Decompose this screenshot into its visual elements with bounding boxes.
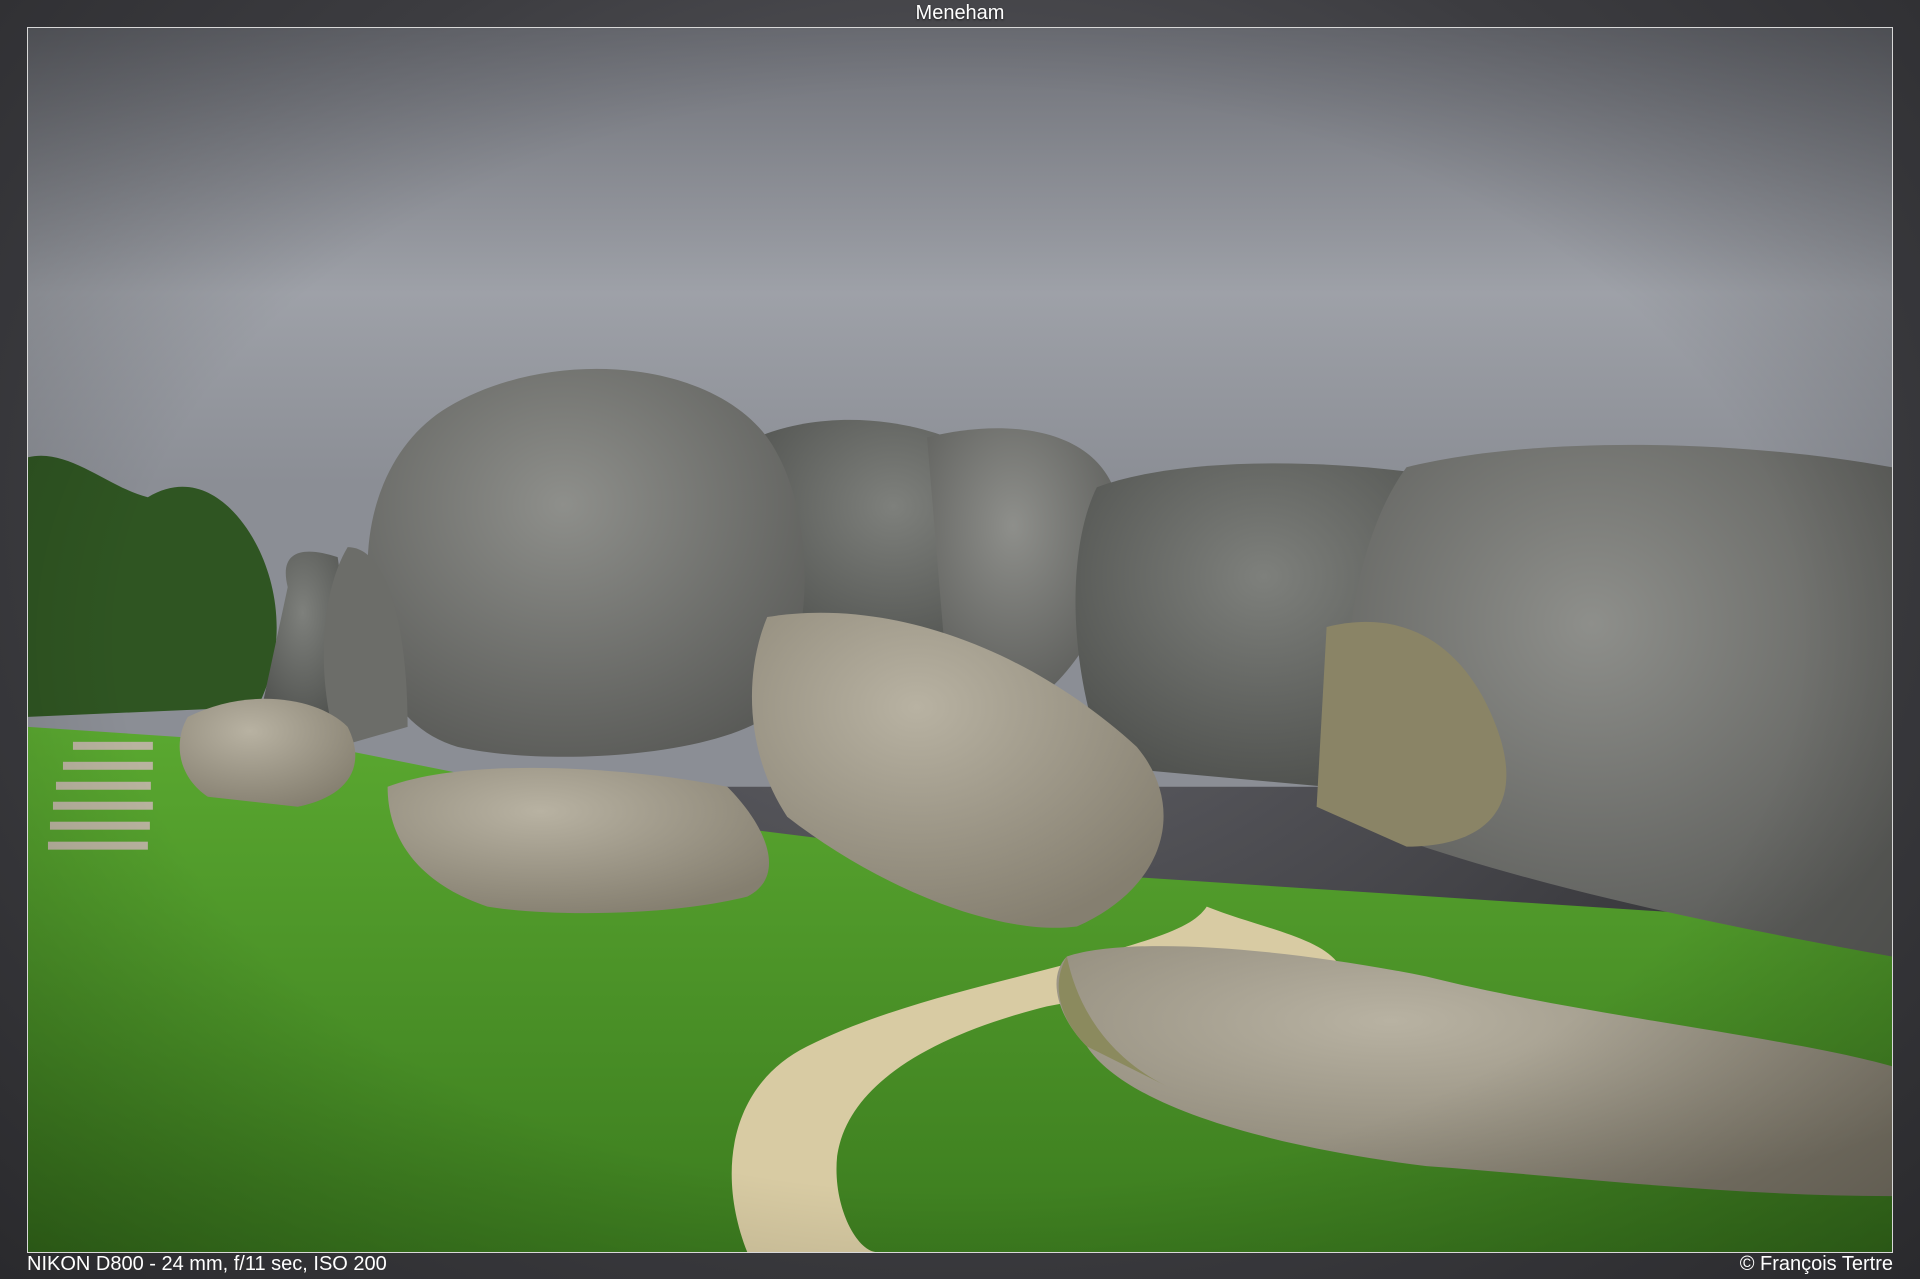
photo-title: Meneham bbox=[915, 2, 1005, 24]
landscape-illustration bbox=[28, 28, 1892, 1252]
camera-info: NIKON D800 - 24 mm, f/11 sec, ISO 200 bbox=[27, 1253, 387, 1275]
photo-vignette bbox=[28, 28, 1892, 1252]
copyright: © François Tertre bbox=[1739, 1253, 1893, 1275]
landscape-photo bbox=[27, 27, 1893, 1253]
